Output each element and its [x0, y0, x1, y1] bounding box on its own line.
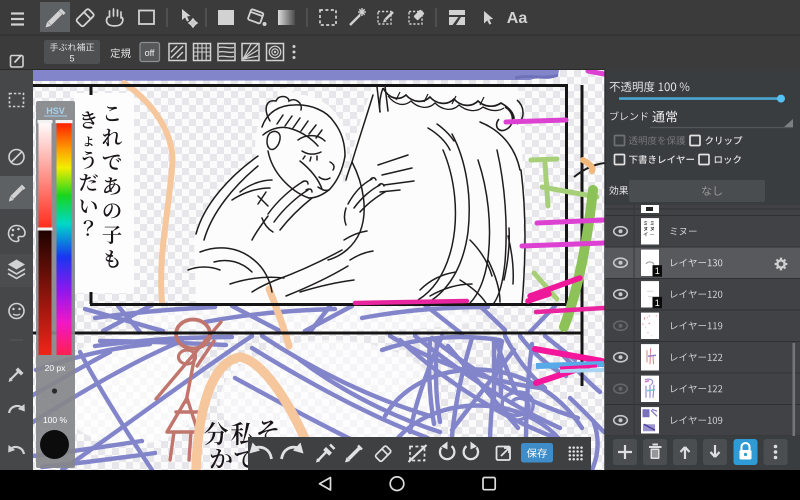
svg-text:1: 1	[655, 298, 660, 308]
svg-text:5: 5	[69, 54, 74, 64]
svg-text:20 px: 20 px	[45, 363, 67, 373]
svg-text:100 %: 100 %	[43, 415, 68, 425]
svg-text:1: 1	[655, 266, 660, 276]
svg-text:off: off	[145, 48, 155, 58]
svg-text:HSV: HSV	[46, 106, 65, 116]
svg-text:Aa: Aa	[507, 10, 528, 27]
